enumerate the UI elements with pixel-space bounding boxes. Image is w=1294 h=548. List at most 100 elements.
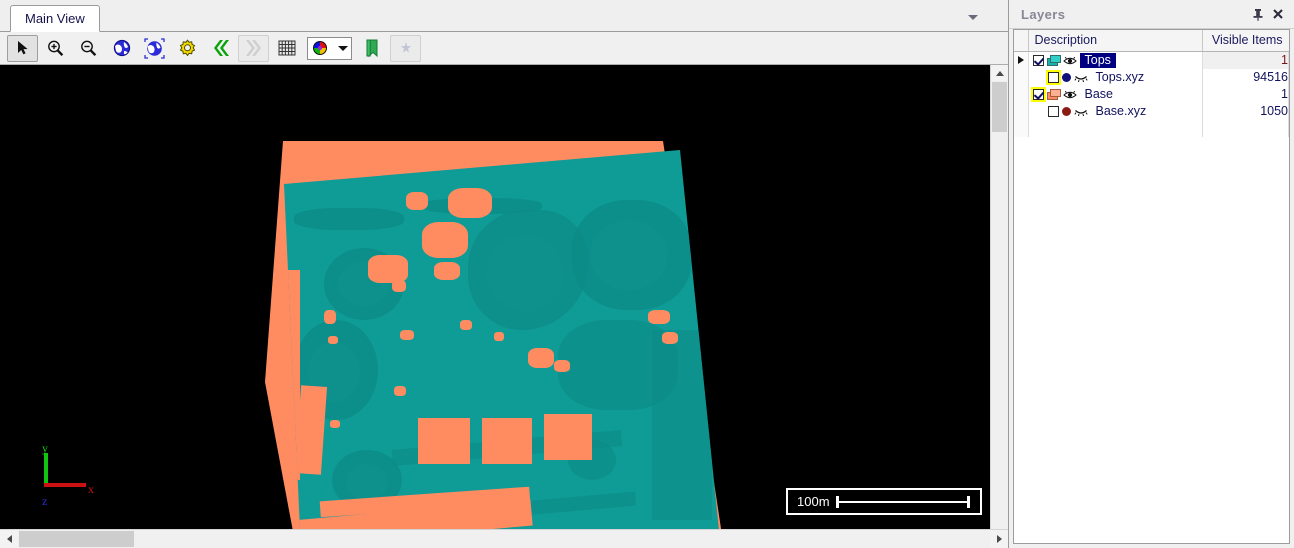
layer-name-label: Tops (1079, 52, 1116, 68)
layer-stack-icon (1046, 54, 1061, 66)
layers-table: Description Visible Items Tops 1 Tops.xy… (1014, 30, 1289, 137)
axis-indicator: y x z (30, 441, 102, 511)
arrow-cursor-icon (17, 41, 28, 55)
globe-icon (113, 39, 130, 57)
layer-visible-items-cell: 1050 (1202, 102, 1289, 120)
layers-panel: Layers Description Visible Items Tops 1 … (1008, 0, 1294, 548)
chevron-down-icon (338, 45, 348, 51)
globe-selection-icon (144, 37, 165, 59)
main-view-dock: Main View y x z 100m (0, 0, 1008, 548)
layer-description-cell[interactable]: Base (1028, 85, 1203, 103)
tab-main-view[interactable]: Main View (10, 5, 100, 32)
grid-toggle-button[interactable] (271, 35, 302, 62)
layer-name-label: Tops.xyz (1095, 69, 1145, 84)
globe-view-button[interactable] (106, 35, 137, 62)
layer-name-label: Base.xyz (1095, 103, 1147, 118)
layer-description-cell[interactable]: Base.xyz (1028, 102, 1203, 120)
horizontal-scroll-thumb[interactable] (19, 531, 134, 547)
layer-visibility-checkbox[interactable] (1032, 54, 1044, 66)
scale-bar-label: 100m (797, 494, 830, 509)
snapshot-button[interactable] (390, 34, 421, 62)
eye-closed-icon[interactable] (1073, 72, 1088, 83)
table-row[interactable]: Base.xyz 1050 (1014, 102, 1289, 120)
axis-x-label: x (88, 482, 94, 496)
table-row[interactable]: Tops 1 (1014, 51, 1289, 69)
globe-fit-selection-button[interactable] (139, 35, 170, 62)
green-bookmark-icon (366, 39, 378, 57)
row-indicator-header (1014, 30, 1029, 52)
axis-y-label: y (42, 441, 48, 455)
vertical-scroll-thumb[interactable] (992, 82, 1007, 132)
grid-icon (278, 40, 295, 56)
point-cloud-scene: y x z 100m (0, 65, 990, 529)
table-empty-row (1014, 119, 1289, 137)
pin-icon[interactable] (1248, 4, 1268, 24)
tab-main-view-label: Main View (25, 11, 85, 26)
layer-stack-icon (1046, 88, 1061, 100)
magnifier-plus-icon (48, 40, 64, 56)
layers-panel-titlebar: Layers (1009, 0, 1294, 29)
eye-open-icon[interactable] (1062, 55, 1077, 66)
layers-grid: Description Visible Items Tops 1 Tops.xy… (1013, 29, 1290, 544)
layer-description-cell[interactable]: Tops.xyz (1028, 68, 1203, 86)
layers-table-header-row: Description Visible Items (1014, 30, 1289, 52)
layer-description-cell[interactable]: Tops (1028, 51, 1203, 69)
layer-visible-items-cell: 94516 (1202, 68, 1289, 86)
select-tool-button[interactable] (7, 34, 38, 62)
scroll-right-button[interactable] (990, 530, 1008, 548)
step-back-button[interactable] (205, 35, 236, 62)
layer-visibility-checkbox[interactable] (1032, 88, 1044, 100)
chevron-down-icon (968, 15, 978, 20)
viewport-horizontal-scrollbar[interactable] (0, 529, 1008, 548)
column-header-description[interactable]: Description (1028, 30, 1203, 52)
tops-surface-layer (284, 150, 720, 529)
eye-closed-icon[interactable] (1073, 106, 1088, 117)
column-header-visible-items[interactable]: Visible Items (1202, 30, 1289, 52)
axis-y-line (44, 453, 48, 487)
close-icon[interactable] (1268, 4, 1288, 24)
palette-icon (313, 41, 327, 55)
triangle-right-icon (1017, 56, 1024, 64)
eye-open-icon[interactable] (1062, 89, 1077, 100)
zoom-in-button[interactable] (40, 35, 71, 62)
step-forward-button[interactable] (238, 34, 269, 62)
row-indicator-cell (1014, 68, 1029, 86)
settings-button[interactable] (172, 35, 203, 62)
point-dot-icon (1061, 72, 1071, 82)
layer-name-label: Base (1084, 86, 1114, 101)
3d-viewport[interactable]: y x z 100m (0, 65, 990, 529)
layer-visibility-checkbox[interactable] (1047, 105, 1059, 117)
zoom-out-button[interactable] (73, 35, 104, 62)
magnifier-minus-icon (81, 40, 97, 56)
bookmark-button[interactable] (357, 35, 388, 62)
viewport-row: y x z 100m (0, 65, 1008, 529)
snapshot-icon (400, 42, 411, 53)
table-row[interactable]: Base 1 (1014, 85, 1289, 103)
view-toolbar (0, 32, 1008, 65)
layers-panel-title: Layers (1021, 6, 1066, 22)
double-chevron-left-icon (213, 40, 229, 56)
scale-bar: 100m (786, 488, 982, 515)
scroll-up-button[interactable] (991, 65, 1008, 81)
application-window: Main View y x z 100m Layers Description … (0, 0, 1294, 548)
row-indicator-cell (1014, 102, 1029, 120)
gear-icon (179, 38, 196, 56)
tab-overflow-menu-button[interactable] (960, 4, 986, 31)
view-tab-strip: Main View (0, 0, 1008, 32)
chevron-up-icon (995, 70, 1004, 76)
viewport-vertical-scrollbar[interactable] (990, 65, 1008, 529)
point-dot-icon (1061, 106, 1071, 116)
axis-z-label: z (42, 494, 48, 508)
double-chevron-right-icon (245, 40, 261, 56)
layer-visible-items-cell: 1 (1202, 51, 1289, 69)
scale-bar-ruler (835, 495, 970, 508)
color-palette-combo[interactable] (307, 36, 352, 60)
chevron-left-icon (6, 535, 12, 543)
scroll-left-button[interactable] (0, 530, 18, 548)
table-row[interactable]: Tops.xyz 94516 (1014, 68, 1289, 86)
layer-visibility-checkbox[interactable] (1047, 71, 1059, 83)
layer-visible-items-cell: 1 (1202, 85, 1289, 103)
row-indicator-cell (1014, 51, 1029, 69)
axis-x-line (44, 483, 86, 487)
row-indicator-cell (1014, 85, 1029, 103)
